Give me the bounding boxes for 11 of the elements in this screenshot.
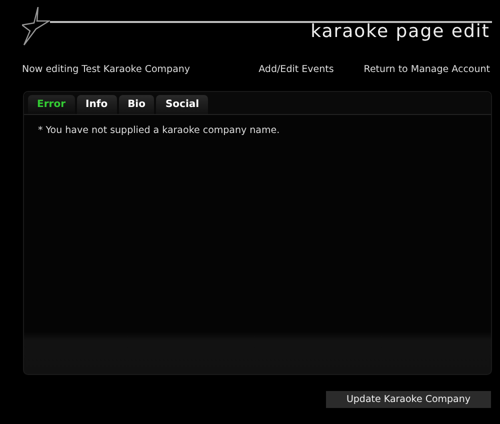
update-button[interactable]: Update Karaoke Company <box>326 391 491 408</box>
tab[interactable]: Social <box>156 95 208 114</box>
error-message: * You have not supplied a karaoke company name. <box>38 125 281 136</box>
editing-status: Now editing Test Karaoke Company <box>22 64 192 74</box>
nav-link[interactable]: Return to Manage Account <box>364 64 490 74</box>
page-title: karaoke page edit <box>310 21 490 42</box>
nav-link[interactable]: Add/Edit Events <box>258 64 334 74</box>
star-logo-icon <box>22 7 50 47</box>
tab[interactable]: Error <box>28 95 74 114</box>
tab[interactable]: Info <box>76 95 117 114</box>
tab[interactable]: Bio <box>118 95 154 114</box>
